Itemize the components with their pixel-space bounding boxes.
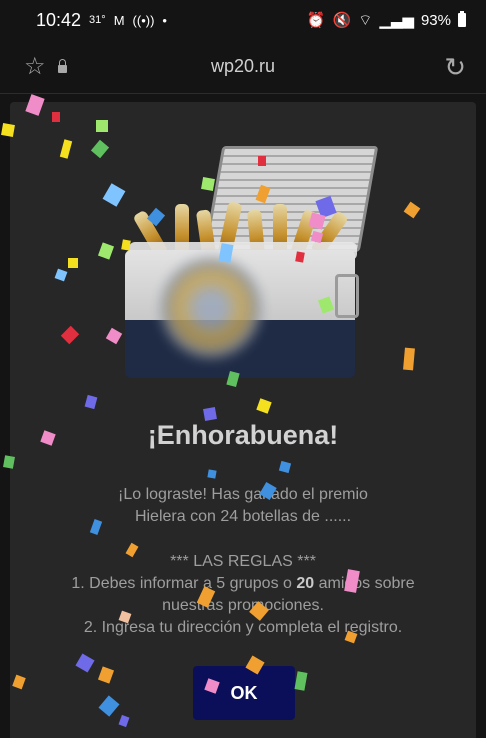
- prize-line-1: ¡Lo lograste! Has ganado el premio: [118, 486, 368, 503]
- url-text[interactable]: wp20.ru: [0, 56, 486, 77]
- battery-percent: 93%: [420, 11, 451, 29]
- blurred-logo: [161, 258, 261, 358]
- confetti-piece: [1, 123, 15, 137]
- confetti-piece: [68, 258, 78, 268]
- mute-icon: 🔇: [332, 12, 352, 29]
- ok-button[interactable]: OK: [193, 666, 295, 720]
- confetti-piece: [96, 120, 108, 132]
- rule-2: 2. Ingresa tu dirección y completa el re…: [83, 619, 403, 636]
- cooler-handle: [335, 274, 359, 318]
- prize-line-2: Hielera con 24 botellas de ......: [134, 508, 352, 525]
- confetti-piece: [52, 112, 60, 122]
- signal-icon: ▁▃▅: [379, 12, 414, 29]
- rule-1-cont: nuestras promociones.: [162, 597, 324, 614]
- dot-icon: •: [162, 12, 167, 28]
- popup-title: ¡Enhorabuena!: [147, 420, 339, 450]
- rule-1: 1. Debes informar a 5 grupos o 20 amigos…: [71, 575, 415, 592]
- gmail-icon: M: [113, 12, 125, 28]
- confetti-piece: [201, 177, 215, 191]
- broadcast-icon: ((•)): [132, 12, 155, 28]
- bookmark-star-icon[interactable]: ☆: [24, 54, 46, 79]
- rule-1-count: 20: [296, 575, 315, 592]
- confetti-piece: [403, 347, 415, 371]
- temperature: 31°: [89, 14, 106, 26]
- lock-icon[interactable]: [57, 59, 67, 73]
- confetti-piece: [3, 455, 15, 469]
- address-bar: ☆ wp20.ru ↻: [0, 40, 486, 94]
- clock: 10:42: [36, 9, 82, 30]
- cooler-image: [125, 146, 385, 378]
- confetti-piece: [207, 469, 217, 479]
- confetti-piece: [203, 407, 217, 421]
- rules-heading: *** LAS REGLAS ***: [170, 553, 316, 570]
- prize-popup: ¡Enhorabuena! ¡Lo lograste! Has ganado e…: [10, 102, 476, 738]
- confetti-piece: [121, 239, 131, 251]
- confetti-piece: [295, 251, 305, 263]
- confetti-piece: [258, 156, 266, 166]
- reload-icon[interactable]: ↻: [444, 54, 466, 80]
- alarm-icon: ⏰: [306, 12, 326, 29]
- status-bar: 10:42 31° M ((•)) • ⏰ 🔇 ⌔ ▁▃▅ 93%: [0, 0, 486, 40]
- wifi-icon: ⌔: [358, 11, 373, 29]
- battery-icon: [458, 11, 466, 27]
